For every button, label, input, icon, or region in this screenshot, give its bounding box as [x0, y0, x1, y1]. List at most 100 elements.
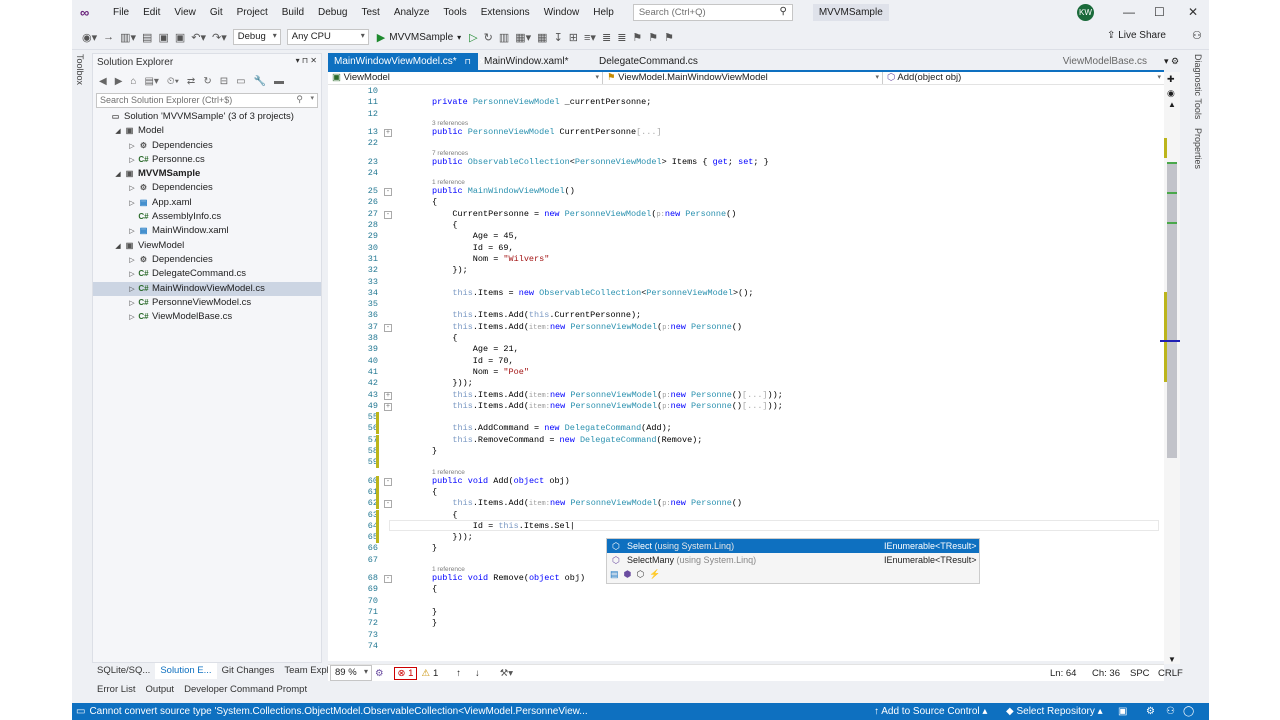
class-dropdown[interactable]: ⚑ ViewModel.MainWindowViewModel [603, 72, 883, 84]
comment-icon[interactable]: ≣ [602, 31, 611, 44]
pin-icon[interactable]: ⊓ [465, 57, 471, 66]
run-button[interactable]: ▶ MVVMSample ▾ [377, 31, 461, 44]
collapse-icon[interactable]: ⊟ [220, 76, 228, 87]
tab-dropdown-icon[interactable]: ▾ ⚙ [1164, 56, 1179, 67]
minimize-icon[interactable]: — [1123, 5, 1135, 19]
prev-issue-icon[interactable]: ↑ [456, 668, 461, 679]
fold-toggle-icon[interactable]: + [384, 391, 392, 400]
codelens-references[interactable]: 7 references [432, 150, 468, 157]
collapsed-arrow-icon[interactable]: ▷ [127, 140, 137, 154]
undo-icon[interactable]: ↶▾ [191, 31, 206, 44]
fold-toggle-icon[interactable]: - [384, 575, 392, 583]
vs-logo-icon[interactable]: ∞ [80, 5, 94, 20]
collapsed-arrow-icon[interactable]: ▷ [127, 154, 137, 168]
tree-item[interactable]: ▷ C# DelegateCommand.cs [93, 267, 321, 281]
platform-select[interactable]: Any CPU [286, 29, 369, 45]
scroll-thumb[interactable] [1167, 162, 1177, 458]
tab-mainwindow-xaml[interactable]: MainWindow.xaml* [478, 53, 593, 70]
expanded-arrow-icon[interactable]: ◢ [113, 125, 123, 139]
menu-tools[interactable]: Tools [436, 0, 473, 25]
close-icon[interactable]: ✕ [1188, 5, 1198, 19]
avatar[interactable]: KW [1077, 4, 1094, 21]
refresh-icon[interactable]: ↻ [203, 76, 211, 87]
tree-item[interactable]: ▭ Solution 'MVVMSample' (3 of 3 projects) [93, 110, 321, 124]
project-dropdown[interactable]: ▣ ViewModel [328, 72, 603, 84]
tree-item[interactable]: ▷ C# MainWindowViewModel.cs [93, 281, 321, 297]
bookmark-prev-icon[interactable]: ⚑ [648, 31, 658, 44]
toolbox-tab[interactable]: Toolbox [75, 54, 85, 85]
search-box[interactable]: Search (Ctrl+Q) ⚲ [632, 4, 793, 21]
solution-search-input[interactable]: Search Solution Explorer (Ctrl+$) ⚲ ▾ [96, 93, 318, 108]
scroll-up-icon[interactable]: ▲ [1168, 100, 1176, 109]
codelens-references[interactable]: 1 reference [432, 469, 465, 476]
collapsed-arrow-icon[interactable]: ▷ [127, 283, 137, 297]
tab-sqlite[interactable]: SQLite/SQ... [92, 663, 155, 679]
codelens-references[interactable]: 1 reference [432, 179, 465, 186]
add-source-control[interactable]: ↑ Add to Source Control ▴ [874, 706, 987, 717]
filter-types-icon[interactable]: ▤ [610, 569, 619, 580]
select-repository[interactable]: ◆ Select Repository ▴ [1006, 706, 1103, 717]
expanded-arrow-icon[interactable]: ◢ [113, 168, 123, 182]
completion-item[interactable]: ⬡ Select (using System.Linq) IEnumerable<T… [607, 539, 979, 553]
menu-git[interactable]: Git [203, 0, 230, 25]
save-all-icon[interactable]: ▣ [175, 31, 185, 44]
collapsed-arrow-icon[interactable]: ▷ [127, 254, 137, 268]
menu-extensions[interactable]: Extensions [474, 0, 537, 25]
scroll-down-icon[interactable]: ▼ [1168, 655, 1176, 664]
collapsed-arrow-icon[interactable]: ▷ [127, 297, 137, 311]
fold-toggle-icon[interactable]: + [384, 128, 392, 137]
menu-edit[interactable]: Edit [136, 0, 167, 25]
cleanup-icon[interactable]: ⚒▾ [500, 668, 513, 679]
pane-options-icon[interactable]: ▾ ⊓ ✕ [296, 56, 317, 65]
diagnostic-tools-tab[interactable]: Diagnostic Tools [1193, 54, 1203, 119]
fold-toggle-icon[interactable]: + [384, 402, 392, 411]
tree-item[interactable]: ▷ ⚙ Dependencies [93, 139, 321, 153]
tab-mainwindowviewmodel[interactable]: MainWindowViewModel.cs* ⊓ ✕ [328, 53, 486, 70]
member-dropdown[interactable]: ⬡ Add(object obj) [883, 72, 1164, 84]
tree-item[interactable]: ▷ ⚙ Dependencies [93, 181, 321, 195]
tab-git-changes[interactable]: Git Changes [217, 663, 280, 679]
menu-view[interactable]: View [167, 0, 203, 25]
hot-reload-icon[interactable]: ↻ [484, 31, 493, 44]
properties-tab[interactable]: Properties [1193, 128, 1203, 169]
collapsed-arrow-icon[interactable]: ▷ [127, 182, 137, 196]
notifications-icon[interactable]: ▣ [1118, 706, 1127, 717]
zoom-select[interactable]: 89 % [330, 665, 372, 681]
collapsed-arrow-icon[interactable]: ▷ [127, 225, 137, 239]
tree-item[interactable]: ▷ C# PersonneViewModel.cs [93, 296, 321, 310]
uncomment-icon[interactable]: ≣ [617, 31, 626, 44]
history-icon[interactable]: ⏲▾ [167, 76, 179, 87]
maximize-icon[interactable]: ☐ [1154, 5, 1165, 19]
menu-debug[interactable]: Debug [311, 0, 354, 25]
fold-toggle-icon[interactable]: - [384, 500, 392, 509]
menu-help[interactable]: Help [586, 0, 621, 25]
fold-toggle-icon[interactable]: - [384, 477, 392, 486]
redo-icon[interactable]: ↷▾ [212, 31, 227, 44]
live-share-button[interactable]: ⇪ Live Share [1107, 30, 1166, 41]
sync-icon[interactable]: ⇄ [187, 76, 195, 87]
feedback-icon[interactable]: ⚇ [1192, 29, 1202, 42]
bookmark-icon[interactable]: ⚑ [632, 31, 642, 44]
switch-views-icon[interactable]: ▤▾ [144, 76, 158, 87]
layout-icon[interactable]: ▦▾ [515, 31, 531, 44]
browse-icon[interactable]: ▥ [499, 31, 509, 44]
step-icon[interactable]: ↧ [554, 31, 563, 44]
warning-count[interactable]: 1 [433, 668, 438, 679]
bookmark-next-icon[interactable]: ⚑ [664, 31, 674, 44]
tree-item[interactable]: ◢ ▣ MVVMSample [93, 167, 321, 181]
tab-solution-explorer[interactable]: Solution E... [155, 663, 217, 679]
open-icon[interactable]: ▤ [142, 31, 152, 44]
tree-item[interactable]: C# AssemblyInfo.cs [93, 210, 321, 224]
editor-scrollbar[interactable]: ✚ ◉ ▲ ▼ [1160, 72, 1180, 664]
error-count[interactable]: ⊗ 1 [393, 666, 418, 680]
tab-viewmodelbase[interactable]: ViewModelBase.cs [1057, 53, 1153, 70]
filter-namespaces-icon[interactable]: ⬢ [624, 569, 632, 580]
tree-item[interactable]: ▷ ⚙ Dependencies [93, 253, 321, 267]
menu-build[interactable]: Build [275, 0, 311, 25]
back-icon[interactable]: ◉▾ [82, 31, 97, 44]
menu-file[interactable]: File [106, 0, 136, 25]
fold-toggle-icon[interactable]: - [384, 188, 392, 197]
show-all-icon[interactable]: ▭ [236, 76, 245, 87]
forward-icon[interactable]: → [103, 31, 114, 43]
menu-test[interactable]: Test [354, 0, 386, 25]
